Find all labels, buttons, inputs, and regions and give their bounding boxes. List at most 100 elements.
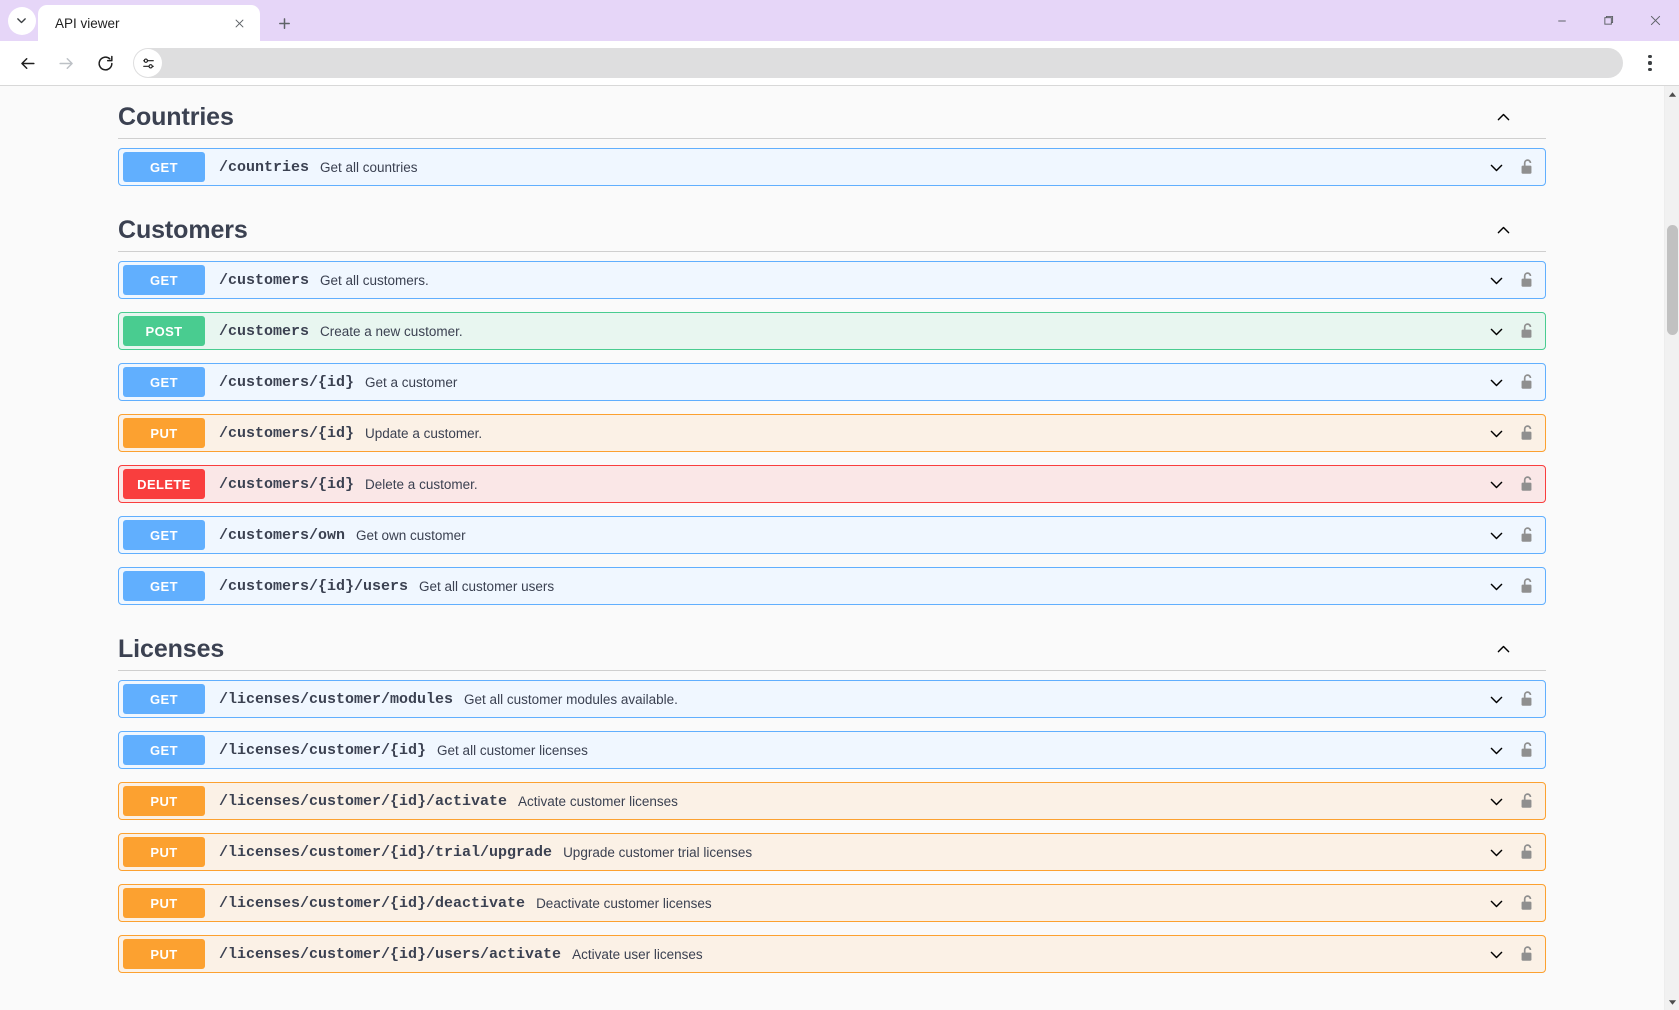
endpoint-description: Create a new customer.: [320, 324, 1481, 339]
address-bar[interactable]: [133, 48, 1623, 78]
endpoint-path: /customers/own: [219, 527, 345, 544]
authorization-lock-button[interactable]: [1511, 520, 1541, 550]
api-operation-row[interactable]: GET/licenses/customer/{id}Get all custom…: [118, 731, 1546, 769]
operation-expand-button[interactable]: [1481, 316, 1511, 346]
api-operation-row[interactable]: POST/customersCreate a new customer.: [118, 312, 1546, 350]
section-collapse-button[interactable]: [1488, 634, 1518, 664]
site-settings-button[interactable]: [134, 49, 162, 77]
scroll-down-button[interactable]: [1665, 994, 1679, 1010]
authorization-lock-button[interactable]: [1511, 786, 1541, 816]
page-viewport: Countries GET/countriesGet all countries C…: [0, 85, 1679, 1010]
unlocked-padlock-icon: [1519, 577, 1534, 595]
authorization-lock-button[interactable]: [1511, 152, 1541, 182]
chevron-down-icon: [1488, 895, 1505, 912]
arrow-left-icon: [18, 54, 37, 73]
section-header-licenses[interactable]: Licenses: [118, 626, 1546, 670]
close-tab-button[interactable]: [228, 12, 250, 34]
chevron-up-icon: [1495, 641, 1512, 658]
operation-expand-button[interactable]: [1481, 735, 1511, 765]
authorization-lock-button[interactable]: [1511, 316, 1541, 346]
operation-expand-button[interactable]: [1481, 367, 1511, 397]
endpoint-path: /licenses/customer/{id}/trial/upgrade: [219, 844, 552, 861]
endpoint-path: /customers/{id}: [219, 425, 354, 442]
operation-expand-button[interactable]: [1481, 571, 1511, 601]
unlocked-padlock-icon: [1519, 526, 1534, 544]
endpoint-path: /customers/{id}: [219, 374, 354, 391]
authorization-lock-button[interactable]: [1511, 418, 1541, 448]
authorization-lock-button[interactable]: [1511, 367, 1541, 397]
endpoint-description: Get a customer: [365, 375, 1481, 390]
api-operation-row[interactable]: PUT/licenses/customer/{id}/activateActiv…: [118, 782, 1546, 820]
operation-expand-button[interactable]: [1481, 888, 1511, 918]
api-operation-row[interactable]: GET/customers/{id}Get a customer: [118, 363, 1546, 401]
browser-toolbar: [0, 41, 1679, 85]
api-sections-container: Countries GET/countriesGet all countries C…: [0, 86, 1664, 973]
api-operation-row[interactable]: PUT/licenses/customer/{id}/deactivateDea…: [118, 884, 1546, 922]
browser-menu-button[interactable]: [1635, 48, 1665, 78]
operation-expand-button[interactable]: [1481, 152, 1511, 182]
chevron-down-icon: [1488, 159, 1505, 176]
close-window-button[interactable]: [1632, 0, 1679, 41]
authorization-lock-button[interactable]: [1511, 735, 1541, 765]
api-operation-row[interactable]: DELETE/customers/{id}Delete a customer.: [118, 465, 1546, 503]
operation-expand-button[interactable]: [1481, 684, 1511, 714]
browser-titlebar: API viewer: [0, 0, 1679, 41]
page-scrollbar[interactable]: [1664, 86, 1679, 1010]
chevron-down-icon: [1488, 793, 1505, 810]
section-collapse-button[interactable]: [1488, 102, 1518, 132]
section-collapse-button[interactable]: [1488, 215, 1518, 245]
operation-expand-button[interactable]: [1481, 520, 1511, 550]
minimize-icon: [1556, 15, 1568, 27]
scroll-up-button[interactable]: [1665, 86, 1679, 102]
authorization-lock-button[interactable]: [1511, 837, 1541, 867]
tab-list-button[interactable]: [8, 7, 36, 35]
authorization-lock-button[interactable]: [1511, 684, 1541, 714]
operation-expand-button[interactable]: [1481, 939, 1511, 969]
authorization-lock-button[interactable]: [1511, 939, 1541, 969]
http-method-badge: PUT: [123, 939, 205, 969]
scroll-down-arrow-icon: [1668, 999, 1677, 1006]
section-header-customers[interactable]: Customers: [118, 207, 1546, 251]
url-input[interactable]: [162, 56, 1623, 71]
api-operation-row[interactable]: GET/countriesGet all countries: [118, 148, 1546, 186]
reload-button[interactable]: [88, 46, 122, 80]
api-operation-row[interactable]: PUT/licenses/customer/{id}/trial/upgrade…: [118, 833, 1546, 871]
browser-tab[interactable]: API viewer: [38, 5, 260, 41]
chevron-up-icon: [1495, 109, 1512, 126]
forward-button[interactable]: [49, 46, 83, 80]
unlocked-padlock-icon: [1519, 741, 1534, 759]
arrow-right-icon: [57, 54, 76, 73]
api-operation-row[interactable]: GET/customers/ownGet own customer: [118, 516, 1546, 554]
scrollbar-thumb[interactable]: [1667, 225, 1678, 336]
authorization-lock-button[interactable]: [1511, 469, 1541, 499]
authorization-lock-button[interactable]: [1511, 265, 1541, 295]
api-operation-row[interactable]: GET/customers/{id}/usersGet all customer…: [118, 567, 1546, 605]
operation-expand-button[interactable]: [1481, 786, 1511, 816]
section-title: Customers: [118, 216, 1488, 245]
endpoint-path: /licenses/customer/{id}: [219, 742, 426, 759]
api-operation-row[interactable]: PUT/customers/{id}Update a customer.: [118, 414, 1546, 452]
chevron-down-icon: [1488, 527, 1505, 544]
api-operation-row[interactable]: GET/licenses/customer/modulesGet all cus…: [118, 680, 1546, 718]
operation-expand-button[interactable]: [1481, 837, 1511, 867]
http-method-badge: POST: [123, 316, 205, 346]
http-method-badge: GET: [123, 684, 205, 714]
api-operation-row[interactable]: PUT/licenses/customer/{id}/users/activat…: [118, 935, 1546, 973]
authorization-lock-button[interactable]: [1511, 571, 1541, 601]
section-header-countries[interactable]: Countries: [118, 94, 1546, 138]
chevron-down-icon: [1488, 323, 1505, 340]
minimize-window-button[interactable]: [1538, 0, 1585, 41]
back-button[interactable]: [10, 46, 44, 80]
new-tab-button[interactable]: [269, 8, 299, 38]
api-operation-row[interactable]: GET/customersGet all customers.: [118, 261, 1546, 299]
section-divider: [118, 138, 1546, 139]
unlocked-padlock-icon: [1519, 271, 1534, 289]
operation-expand-button[interactable]: [1481, 418, 1511, 448]
authorization-lock-button[interactable]: [1511, 888, 1541, 918]
maximize-window-button[interactable]: [1585, 0, 1632, 41]
operation-expand-button[interactable]: [1481, 265, 1511, 295]
endpoint-path: /licenses/customer/{id}/users/activate: [219, 946, 561, 963]
chevron-down-icon: [15, 14, 28, 27]
close-icon: [234, 18, 245, 29]
operation-expand-button[interactable]: [1481, 469, 1511, 499]
